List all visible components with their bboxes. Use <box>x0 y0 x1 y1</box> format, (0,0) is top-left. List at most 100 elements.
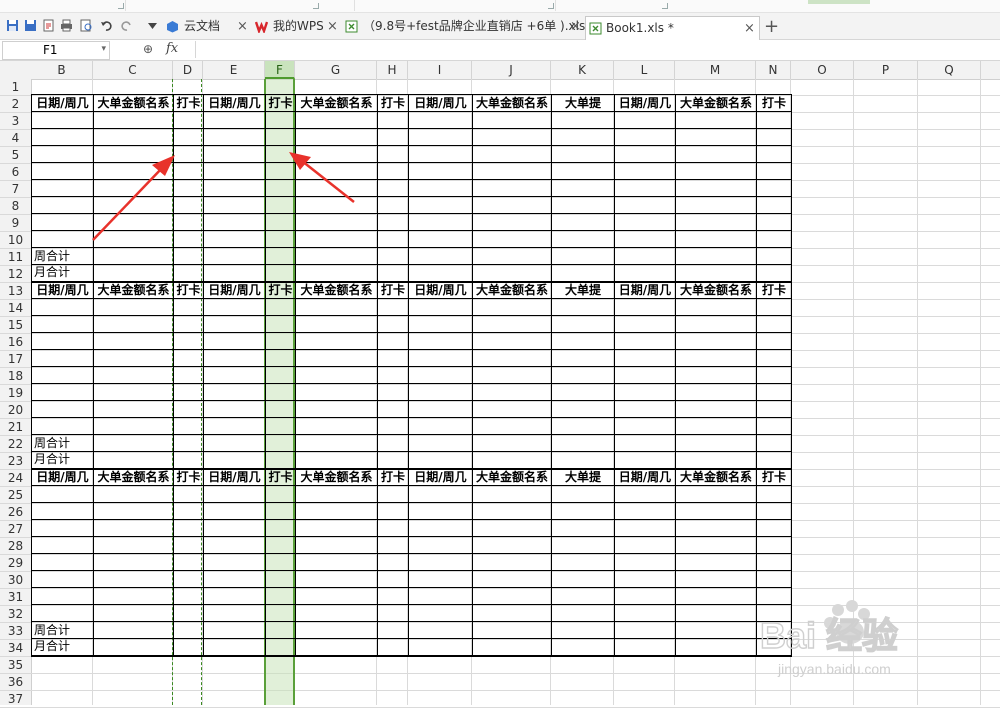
table-cell[interactable] <box>675 417 757 435</box>
monthly-total-label[interactable]: 月合计 <box>31 451 94 469</box>
table-cell[interactable] <box>173 162 204 180</box>
table-cell[interactable] <box>551 570 615 588</box>
column-heading[interactable]: 日期/周几 <box>408 280 473 299</box>
table-cell[interactable] <box>93 502 174 520</box>
table-cell[interactable] <box>756 298 792 316</box>
table-cell[interactable] <box>551 230 615 248</box>
table-cell[interactable] <box>408 553 473 571</box>
table-cell[interactable] <box>756 417 792 435</box>
table-cell[interactable] <box>472 162 552 180</box>
table-cell[interactable] <box>31 179 94 197</box>
table-cell[interactable] <box>551 621 615 639</box>
table-cell[interactable] <box>614 264 676 282</box>
table-cell[interactable] <box>203 128 266 146</box>
table-cell[interactable] <box>173 383 204 401</box>
table-cell[interactable] <box>265 247 296 265</box>
table-cell[interactable] <box>295 485 378 503</box>
column-heading[interactable]: 大单提 <box>551 94 615 112</box>
table-cell[interactable] <box>31 315 94 333</box>
table-cell[interactable] <box>377 621 409 639</box>
table-cell[interactable] <box>756 536 792 554</box>
table-cell[interactable] <box>551 434 615 452</box>
table-cell[interactable] <box>265 519 296 537</box>
insert-function-icon[interactable]: fx <box>166 41 178 56</box>
table-cell[interactable] <box>377 366 409 384</box>
column-heading[interactable]: 大单金额名系 <box>93 94 174 112</box>
table-cell[interactable] <box>756 570 792 588</box>
row-header-3[interactable]: 3 <box>0 113 31 130</box>
table-cell[interactable] <box>173 298 204 316</box>
table-cell[interactable] <box>614 451 676 469</box>
table-cell[interactable] <box>265 587 296 605</box>
column-heading[interactable]: 日期/周几 <box>614 94 676 112</box>
table-cell[interactable] <box>472 383 552 401</box>
table-cell[interactable] <box>173 213 204 231</box>
table-cell[interactable] <box>173 604 204 622</box>
table-cell[interactable] <box>173 179 204 197</box>
table-cell[interactable] <box>265 383 296 401</box>
tab-cloud-docs[interactable]: 云文档 × <box>166 15 248 38</box>
table-cell[interactable] <box>377 315 409 333</box>
table-cell[interactable] <box>614 638 676 656</box>
table-cell[interactable] <box>295 553 378 571</box>
table-cell[interactable] <box>377 230 409 248</box>
table-cell[interactable] <box>173 434 204 452</box>
table-cell[interactable] <box>614 570 676 588</box>
table-cell[interactable] <box>551 383 615 401</box>
table-cell[interactable] <box>377 264 409 282</box>
table-cell[interactable] <box>756 179 792 197</box>
table-cell[interactable] <box>295 230 378 248</box>
table-cell[interactable] <box>472 434 552 452</box>
row-header-24[interactable]: 24 <box>0 470 31 487</box>
table-cell[interactable] <box>675 349 757 367</box>
table-cell[interactable] <box>173 502 204 520</box>
table-cell[interactable] <box>31 383 94 401</box>
table-cell[interactable] <box>295 298 378 316</box>
table-cell[interactable] <box>472 298 552 316</box>
table-cell[interactable] <box>408 366 473 384</box>
table-cell[interactable] <box>265 264 296 282</box>
table-cell[interactable] <box>472 145 552 163</box>
table-cell[interactable] <box>551 604 615 622</box>
table-cell[interactable] <box>756 451 792 469</box>
table-cell[interactable] <box>675 111 757 129</box>
column-heading[interactable]: 大单金额名系 <box>472 94 552 112</box>
table-cell[interactable] <box>614 315 676 333</box>
table-cell[interactable] <box>173 145 204 163</box>
group-expand-icon[interactable] <box>662 3 668 9</box>
table-cell[interactable] <box>173 264 204 282</box>
table-cell[interactable] <box>675 196 757 214</box>
column-heading[interactable]: 打卡 <box>377 467 409 486</box>
table-cell[interactable] <box>203 315 266 333</box>
column-heading[interactable]: 大单提 <box>551 280 615 299</box>
row-header-13[interactable]: 13 <box>0 283 31 300</box>
row-header-26[interactable]: 26 <box>0 504 31 521</box>
table-cell[interactable] <box>756 111 792 129</box>
table-cell[interactable] <box>675 247 757 265</box>
table-cell[interactable] <box>173 587 204 605</box>
row-header-14[interactable]: 14 <box>0 300 31 317</box>
table-cell[interactable] <box>551 400 615 418</box>
row-header-25[interactable]: 25 <box>0 487 31 504</box>
table-cell[interactable] <box>472 332 552 350</box>
table-cell[interactable] <box>93 434 174 452</box>
table-cell[interactable] <box>377 383 409 401</box>
table-cell[interactable] <box>203 196 266 214</box>
table-cell[interactable] <box>377 213 409 231</box>
table-cell[interactable] <box>377 638 409 656</box>
table-cell[interactable] <box>756 213 792 231</box>
column-heading[interactable]: 打卡 <box>265 94 296 112</box>
table-cell[interactable] <box>203 570 266 588</box>
table-cell[interactable] <box>295 349 378 367</box>
table-cell[interactable] <box>408 451 473 469</box>
table-cell[interactable] <box>472 196 552 214</box>
column-header-m[interactable]: M <box>675 61 756 79</box>
table-cell[interactable] <box>377 298 409 316</box>
table-cell[interactable] <box>551 451 615 469</box>
column-heading[interactable]: 日期/周几 <box>203 280 266 299</box>
table-cell[interactable] <box>31 366 94 384</box>
weekly-total-label[interactable]: 周合计 <box>31 247 94 265</box>
table-cell[interactable] <box>408 128 473 146</box>
table-cell[interactable] <box>756 332 792 350</box>
table-cell[interactable] <box>265 128 296 146</box>
